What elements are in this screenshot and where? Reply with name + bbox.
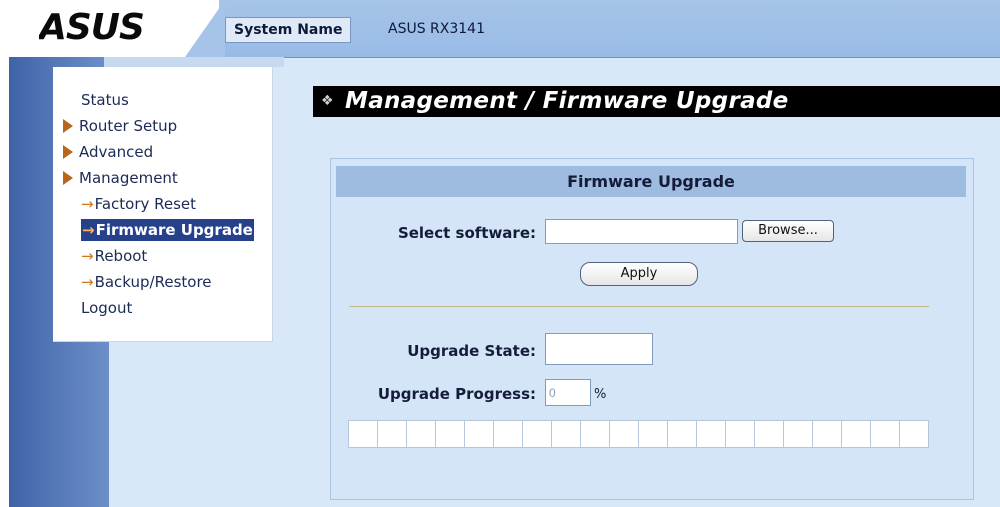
menu-item-backup-restore[interactable]: →Backup/Restore bbox=[53, 269, 272, 295]
select-software-label: Select software: bbox=[397, 224, 536, 242]
browse-button[interactable]: Browse... bbox=[742, 220, 834, 242]
progress-cell bbox=[349, 421, 378, 447]
progress-cell bbox=[900, 421, 928, 447]
progress-cell bbox=[436, 421, 465, 447]
menu-item-label-active: →Firmware Upgrade bbox=[81, 219, 254, 241]
progress-cell bbox=[842, 421, 871, 447]
menu-item-reboot[interactable]: →Reboot bbox=[53, 243, 272, 269]
progress-cell bbox=[581, 421, 610, 447]
progress-cell bbox=[523, 421, 552, 447]
menu-item-advanced[interactable]: Advanced bbox=[53, 139, 272, 165]
menu-item-status[interactable]: Status bbox=[53, 87, 272, 113]
menu-item-management[interactable]: Management bbox=[53, 165, 272, 191]
panel-header: Firmware Upgrade bbox=[336, 166, 966, 197]
arrow-right-icon: → bbox=[81, 247, 94, 265]
nav-menu: Status Router Setup Advanced Management … bbox=[53, 67, 273, 342]
menu-item-label: Factory Reset bbox=[94, 195, 197, 213]
divider bbox=[349, 306, 929, 307]
upgrade-progress-label: Upgrade Progress: bbox=[377, 385, 536, 403]
upgrade-progress-field bbox=[545, 379, 591, 406]
progress-cell bbox=[407, 421, 436, 447]
progress-cell bbox=[378, 421, 407, 447]
asus-logo: ASUS bbox=[39, 8, 145, 44]
menu-item-label: Router Setup bbox=[79, 117, 178, 135]
bullet-icon: ❖ bbox=[321, 93, 334, 109]
firmware-upgrade-panel: Firmware Upgrade Select software: Browse… bbox=[330, 158, 974, 500]
arrow-right-icon: → bbox=[81, 195, 94, 213]
menu-item-factory-reset[interactable]: →Factory Reset bbox=[53, 191, 272, 217]
menu-item-label: Firmware Upgrade bbox=[95, 221, 253, 239]
progress-cell bbox=[610, 421, 639, 447]
caret-right-icon bbox=[63, 144, 73, 159]
percent-sign: % bbox=[594, 387, 607, 402]
apply-button[interactable]: Apply bbox=[580, 262, 698, 286]
progress-cell bbox=[784, 421, 813, 447]
caret-right-icon bbox=[63, 118, 73, 133]
svg-text:ASUS: ASUS bbox=[39, 8, 144, 44]
select-software-input[interactable] bbox=[545, 219, 738, 244]
progress-cell bbox=[494, 421, 523, 447]
menu-item-label: Logout bbox=[81, 299, 133, 317]
page-title-bar: ❖ Management / Firmware Upgrade bbox=[313, 86, 1000, 117]
upgrade-progress-bar bbox=[348, 420, 929, 448]
progress-cell bbox=[552, 421, 581, 447]
menu-item-label: Backup/Restore bbox=[94, 273, 212, 291]
menu-item-firmware-upgrade[interactable]: →Firmware Upgrade bbox=[53, 217, 272, 243]
menu-item-label: Status bbox=[81, 91, 129, 109]
system-name-label: System Name bbox=[225, 17, 352, 43]
menu-item-label: Management bbox=[79, 169, 178, 187]
progress-cell bbox=[755, 421, 784, 447]
menu-item-logout[interactable]: Logout bbox=[53, 295, 272, 321]
caret-right-icon bbox=[63, 170, 73, 185]
header-slant bbox=[185, 0, 225, 57]
arrow-right-icon: → bbox=[82, 221, 95, 239]
upgrade-state-field bbox=[545, 333, 653, 365]
menu-item-label: Advanced bbox=[79, 143, 154, 161]
page-title: Management / Firmware Upgrade bbox=[345, 88, 789, 114]
progress-cell bbox=[871, 421, 900, 447]
menu-item-router-setup[interactable]: Router Setup bbox=[53, 113, 272, 139]
menu-item-label: Reboot bbox=[94, 247, 148, 265]
upgrade-state-label: Upgrade State: bbox=[407, 342, 536, 360]
progress-cell bbox=[813, 421, 842, 447]
system-name-value: ASUS RX3141 bbox=[388, 21, 485, 37]
sidebar-stripe bbox=[104, 57, 284, 67]
progress-cell bbox=[668, 421, 697, 447]
progress-cell bbox=[697, 421, 726, 447]
progress-cell bbox=[639, 421, 668, 447]
arrow-right-icon: → bbox=[81, 273, 94, 291]
progress-cell bbox=[465, 421, 494, 447]
progress-cell bbox=[726, 421, 755, 447]
